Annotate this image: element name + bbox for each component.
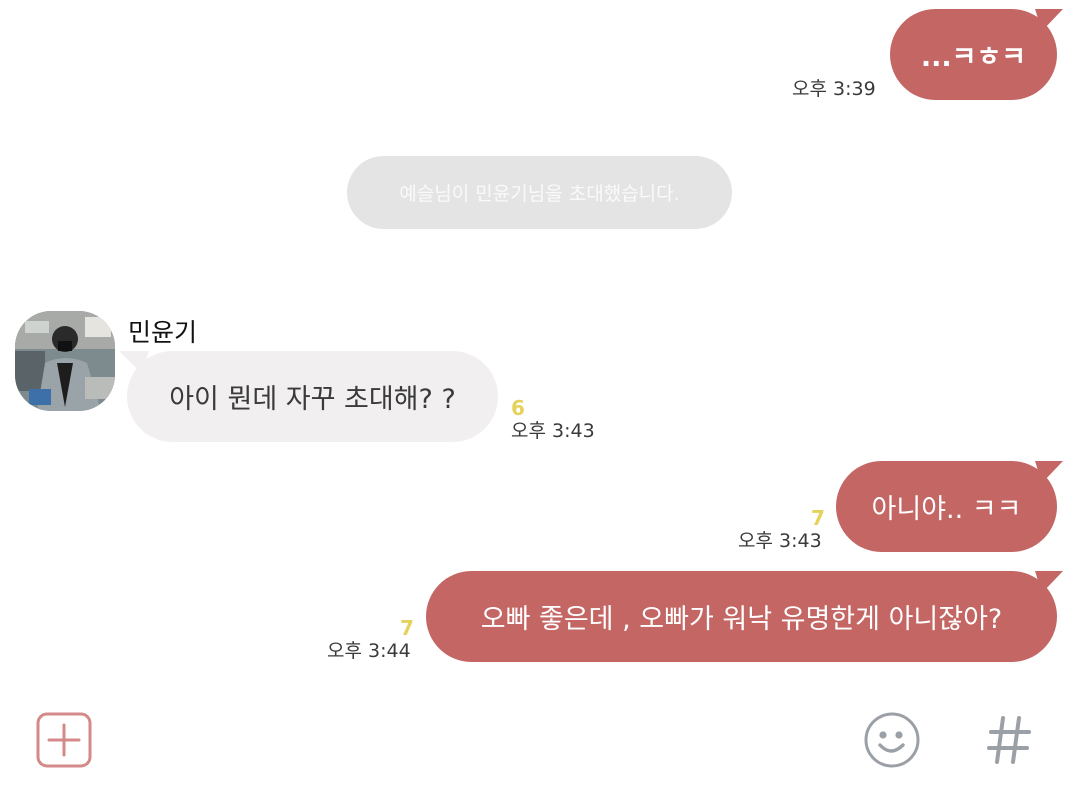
message-timestamp: 오후 3:44	[327, 640, 411, 662]
unread-count: 6	[511, 396, 525, 420]
system-notice: 예슬님이 민윤기님을 초대했습니다.	[347, 156, 732, 229]
message-timestamp: 오후 3:43	[738, 530, 822, 552]
message-timestamp: 오후 3:43	[511, 420, 595, 442]
system-notice-text: 예슬님이 민윤기님을 초대했습니다.	[399, 183, 680, 205]
unread-count: 7	[400, 616, 414, 640]
smiley-icon	[864, 712, 920, 768]
message-bubble-outgoing[interactable]: ...ㅋㅎㅋ	[890, 9, 1057, 100]
message-bubble-outgoing[interactable]: 아니야.. ㅋㅋ	[836, 461, 1057, 552]
message-text: 오빠 좋은데 , 오빠가 워낙 유명한게 아니잖아?	[480, 604, 1003, 635]
avatar[interactable]	[15, 311, 115, 411]
avatar-photo	[15, 311, 115, 411]
message-timestamp: 오후 3:39	[792, 78, 876, 100]
add-button[interactable]	[36, 712, 92, 768]
message-text: 아니야.. ㅋㅋ	[871, 494, 1022, 525]
message-text: 아이 뭔데 자꾸 초대해? ?	[169, 384, 456, 415]
unread-count: 7	[811, 506, 825, 530]
emoji-button[interactable]	[863, 711, 921, 769]
hashtag-button[interactable]	[985, 714, 1033, 766]
message-bubble-outgoing[interactable]: 오빠 좋은데 , 오빠가 워낙 유명한게 아니잖아?	[426, 571, 1057, 662]
hashtag-icon	[987, 716, 1031, 764]
plus-square-icon	[36, 712, 92, 768]
message-bubble-incoming[interactable]: 아이 뭔데 자꾸 초대해? ?	[127, 351, 498, 442]
message-text: ...ㅋㅎㅋ	[920, 42, 1027, 73]
sender-name: 민윤기	[128, 318, 198, 347]
